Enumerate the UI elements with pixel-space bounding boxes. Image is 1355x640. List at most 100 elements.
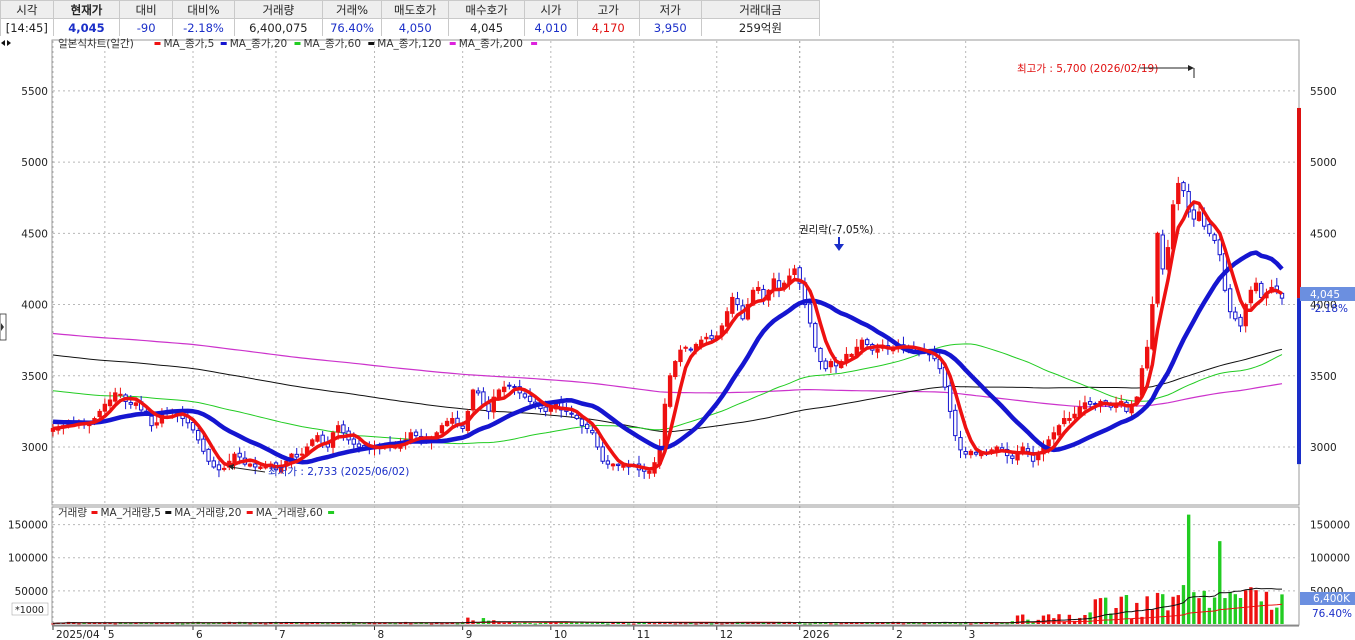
volume-bar [1150, 609, 1155, 624]
candle-body [211, 460, 216, 468]
candle-body [828, 361, 834, 368]
price-badge-text: 4,045 [1310, 289, 1340, 301]
volume-pct-text: 76.40% [1312, 608, 1352, 620]
volume-bar [1197, 598, 1201, 624]
legend-swatch [294, 42, 301, 45]
quote-value-11: 259억원 [700, 18, 821, 37]
legend-swatch [165, 511, 172, 514]
candle-body [1067, 418, 1072, 421]
volume-bar [518, 623, 522, 625]
volume-bar [1207, 607, 1212, 624]
candle-body [875, 348, 880, 353]
volume-bar [1264, 591, 1269, 624]
price-tick-left: 3500 [21, 371, 48, 383]
candle-body [1087, 401, 1093, 405]
candle-body [476, 390, 481, 394]
volume-tick-right: 100000 [1310, 553, 1350, 565]
expand-panel-icon[interactable] [0, 313, 7, 341]
volume-bar [1275, 607, 1279, 624]
candle-body [792, 268, 797, 275]
candle-body [1150, 304, 1155, 350]
quote-value-8: 4,010 [524, 18, 578, 37]
volume-bar [1129, 618, 1134, 624]
volume-bar [352, 623, 356, 625]
volume-bar [1041, 615, 1046, 624]
x-tick-label: 6 [196, 629, 203, 640]
scroll-left-right-icon[interactable] [0, 38, 12, 48]
volume-bar [538, 623, 543, 625]
candle-body [1259, 282, 1264, 298]
quote-value-1: 4,045 [52, 18, 121, 37]
x-tick-label: 8 [378, 629, 385, 640]
quote-value-10: 3,950 [638, 18, 702, 37]
volume-bar [248, 623, 252, 625]
candle-body [149, 415, 154, 427]
candle-body [216, 464, 222, 471]
legend-swatch [154, 42, 161, 45]
legend-title: 거래량 [58, 507, 87, 519]
candle-body [813, 323, 818, 348]
legend-swatch [328, 511, 335, 514]
volume-bar [1181, 585, 1186, 624]
quote-header-3: 대비% [171, 0, 235, 19]
candle-body [647, 470, 652, 474]
candle-body [579, 418, 585, 427]
quote-value-7: 4,045 [448, 18, 526, 37]
legend-item: MA_거래량,60 [256, 507, 323, 519]
candle-body [818, 347, 823, 363]
candle-body [683, 346, 688, 349]
quote-header-7: 매수호가 [448, 0, 526, 19]
candle-body [413, 431, 419, 437]
candle-body [1155, 232, 1160, 304]
candle-body [823, 360, 828, 370]
volume-bar [305, 623, 309, 625]
x-tick-label: 12 [720, 629, 733, 640]
candle-body [356, 443, 362, 448]
volume-bar [1057, 614, 1061, 624]
volume-bar [1114, 607, 1118, 624]
candle-body [1082, 402, 1088, 410]
candle-body [678, 349, 683, 363]
x-tick-label: 7 [279, 629, 286, 640]
legend-item: MA_종가,120 [377, 38, 441, 50]
legend-swatch [531, 42, 538, 45]
candle-body [196, 430, 201, 441]
candle-body [673, 361, 678, 378]
candle-body [341, 424, 346, 434]
quote-header-6: 매도호가 [381, 0, 450, 19]
volume-bar [1124, 595, 1129, 624]
volume-bar [632, 623, 636, 625]
volume-bar [1259, 601, 1263, 624]
x-tick-label: 9 [466, 629, 473, 640]
quote-table: 시각 현재가 대비 대비% 거래량 거래% 매도호가 매수호가 시가 고가 저가 거래대금 [14:4… [0, 0, 821, 37]
candle-body [1056, 425, 1062, 436]
candle-body [107, 399, 113, 407]
volume-bar [326, 623, 330, 625]
candle-body [201, 438, 206, 452]
candle-body [1062, 418, 1067, 425]
candle-body [481, 391, 486, 405]
volume-bar [922, 623, 926, 625]
candle-body [574, 414, 579, 420]
candle-body [527, 395, 533, 402]
candle-body [315, 435, 320, 442]
annotation-low: 최저가 : 2,733 (2025/06/02) [268, 466, 409, 478]
volume-bar [1233, 594, 1238, 624]
candle-body [1248, 289, 1254, 304]
candle-body [1010, 455, 1015, 459]
volume-bar [829, 623, 833, 625]
volume-bar [606, 623, 610, 625]
candle-body [128, 402, 133, 405]
candle-body [1072, 413, 1077, 419]
volume-unit-text: *1000 [15, 605, 44, 616]
volume-bar [533, 623, 537, 625]
price-tick-left: 4500 [21, 228, 48, 240]
volume-bar [1176, 595, 1180, 624]
candle-body [1227, 288, 1233, 313]
change-badge-text: -2.18% [1311, 303, 1348, 315]
volume-tick-left: 150000 [8, 520, 48, 532]
volume-bar [206, 623, 211, 625]
x-tick-label: 2 [896, 629, 903, 640]
legend-title: 일본식차트(일간) [58, 37, 134, 50]
volume-bar [1083, 615, 1087, 624]
